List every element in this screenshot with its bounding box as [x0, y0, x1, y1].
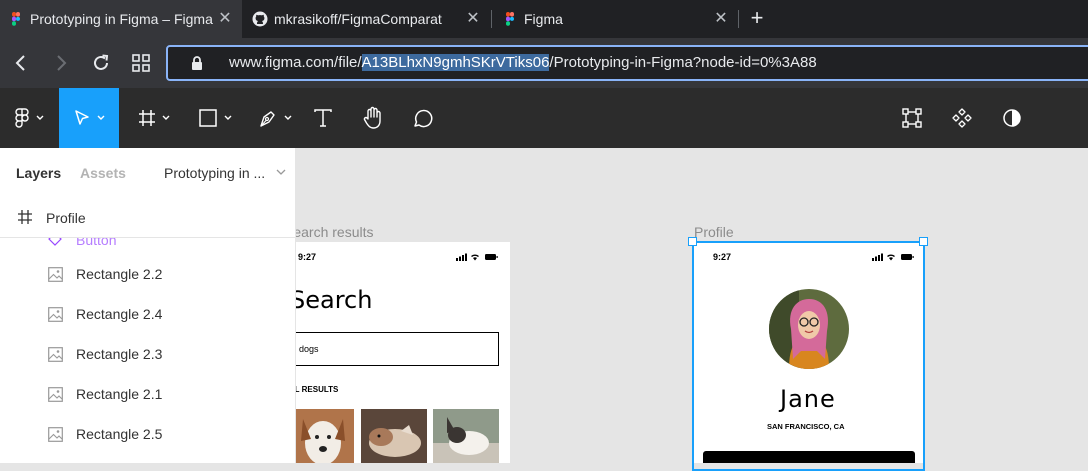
- layer-rectangle[interactable]: Rectangle 2.2: [0, 255, 296, 295]
- back-icon[interactable]: [10, 52, 32, 74]
- image-icon: [48, 387, 63, 402]
- selection-box: [692, 241, 925, 471]
- lock-icon[interactable]: [190, 55, 204, 71]
- hand-tool[interactable]: [353, 88, 393, 148]
- components-button[interactable]: [942, 88, 982, 148]
- comment-icon: [414, 109, 433, 128]
- address-bar[interactable]: www.figma.com/file/A13BLhxN9gmhSKrVTiks0…: [166, 45, 1088, 81]
- layer-label: Button: [76, 238, 117, 248]
- search-query: dogs: [299, 344, 319, 354]
- new-tab-button[interactable]: +: [746, 7, 768, 30]
- chevron-down-icon: [36, 115, 44, 120]
- browser-navbar: www.figma.com/file/A13BLhxN9gmhSKrVTiks0…: [0, 38, 1088, 88]
- search-results-frame[interactable]: 9:27 Search dogs ALL RESULTS: [284, 242, 510, 463]
- panel-tabs: Layers Assets Prototyping in ...: [0, 148, 296, 200]
- chevron-down-icon: [224, 115, 232, 120]
- image-icon: [48, 427, 63, 442]
- chevron-down-icon: [97, 115, 105, 120]
- pen-tool[interactable]: [250, 88, 300, 148]
- pen-icon: [260, 111, 275, 127]
- dog-photo-1: [291, 409, 354, 463]
- url-prefix: www.figma.com/file/: [229, 54, 362, 71]
- url-text[interactable]: www.figma.com/file/A13BLhxN9gmhSKrVTiks0…: [229, 54, 817, 71]
- main-menu-button[interactable]: [0, 88, 58, 148]
- layer-label: Rectangle 2.3: [76, 346, 163, 362]
- component-instance-icon: [48, 238, 62, 246]
- status-time: 9:27: [298, 252, 317, 262]
- image-icon: [48, 267, 63, 282]
- reload-icon[interactable]: [90, 52, 112, 74]
- dog-photo-2: [361, 409, 427, 463]
- image-icon: [48, 347, 63, 362]
- profile-frame-label[interactable]: Profile: [694, 224, 734, 240]
- layer-rectangle[interactable]: Rectangle 2.5: [0, 415, 296, 455]
- layer-label: Rectangle 2.1: [76, 386, 163, 402]
- layer-rectangle[interactable]: Rectangle 2.4: [0, 295, 296, 335]
- resize-handle-top-left[interactable]: [688, 237, 697, 246]
- tab-title: Prototyping in Figma – Figma: [30, 11, 213, 27]
- close-tab-icon[interactable]: ✕: [464, 10, 482, 28]
- layer-label: Rectangle 2.5: [76, 426, 163, 442]
- tab-title: Figma: [524, 11, 563, 27]
- layer-label: Profile: [46, 210, 86, 226]
- close-tab-icon[interactable]: ✕: [216, 10, 234, 28]
- edit-object-icon: [902, 108, 922, 128]
- search-heading: Search: [290, 286, 373, 314]
- layer-frame-profile[interactable]: Profile: [0, 200, 296, 238]
- contrast-button[interactable]: [992, 88, 1032, 148]
- tab-figma[interactable]: Figma ✕: [494, 0, 738, 38]
- figma-icon: [506, 12, 514, 26]
- layers-panel: Layers Assets Prototyping in ... Profile…: [0, 148, 296, 463]
- text-icon: [314, 109, 332, 127]
- page-selector[interactable]: Prototyping in ...: [164, 165, 265, 181]
- frame-icon: [139, 110, 155, 126]
- layer-rectangle[interactable]: Rectangle 2.1: [0, 375, 296, 415]
- edit-object-button[interactable]: [892, 88, 932, 148]
- forward-icon[interactable]: [50, 52, 72, 74]
- cursor-icon: [75, 110, 89, 125]
- dog-photo-3: [433, 409, 499, 463]
- resize-handle-top-right[interactable]: [919, 237, 928, 246]
- tab-prototyping-in-figma[interactable]: Prototyping in Figma – Figma ✕: [0, 0, 242, 38]
- chevron-down-icon: [162, 115, 170, 120]
- url-selection: A13BLhxN9gmhSKrVTiks06: [361, 54, 550, 71]
- figma-icon: [12, 12, 20, 26]
- apps-grid-icon[interactable]: [130, 52, 152, 74]
- tab-separator: [738, 10, 739, 28]
- tab-layers[interactable]: Layers: [16, 165, 61, 181]
- chevron-down-icon: [284, 115, 292, 120]
- chevron-down-icon[interactable]: [276, 168, 286, 176]
- shape-tool[interactable]: [190, 88, 240, 148]
- github-icon: [252, 11, 268, 27]
- status-bar-icons: [456, 253, 498, 261]
- contrast-icon: [1003, 109, 1021, 127]
- text-tool[interactable]: [303, 88, 343, 148]
- tab-title: mkrasikoff/FigmaComparat: [274, 11, 442, 27]
- figma-toolbar: [0, 88, 1088, 148]
- figma-logo-icon: [15, 108, 29, 128]
- layer-label: Rectangle 2.2: [76, 266, 163, 282]
- close-tab-icon[interactable]: ✕: [712, 10, 730, 28]
- search-results-frame-label[interactable]: Search results: [284, 224, 373, 240]
- layer-label: Rectangle 2.4: [76, 306, 163, 322]
- tab-github[interactable]: mkrasikoff/FigmaComparat ✕: [244, 0, 490, 38]
- move-tool[interactable]: [59, 88, 119, 148]
- frame-tool[interactable]: [129, 88, 179, 148]
- comment-tool[interactable]: [402, 88, 442, 148]
- browser-tab-strip: Prototyping in Figma – Figma ✕ mkrasikof…: [0, 0, 1088, 38]
- layer-rectangle[interactable]: Rectangle 2.3: [0, 335, 296, 375]
- url-suffix: /Prototyping-in-Figma?node-id=0%3A88: [549, 54, 817, 71]
- frame-icon: [18, 210, 32, 224]
- search-input[interactable]: dogs: [284, 332, 499, 366]
- tab-assets[interactable]: Assets: [80, 165, 126, 181]
- rectangle-icon: [199, 109, 217, 127]
- layer-button-partial[interactable]: Button: [0, 238, 296, 248]
- image-icon: [48, 307, 63, 322]
- hand-icon: [363, 106, 381, 129]
- components-icon: [952, 108, 972, 128]
- tab-separator: [491, 10, 492, 28]
